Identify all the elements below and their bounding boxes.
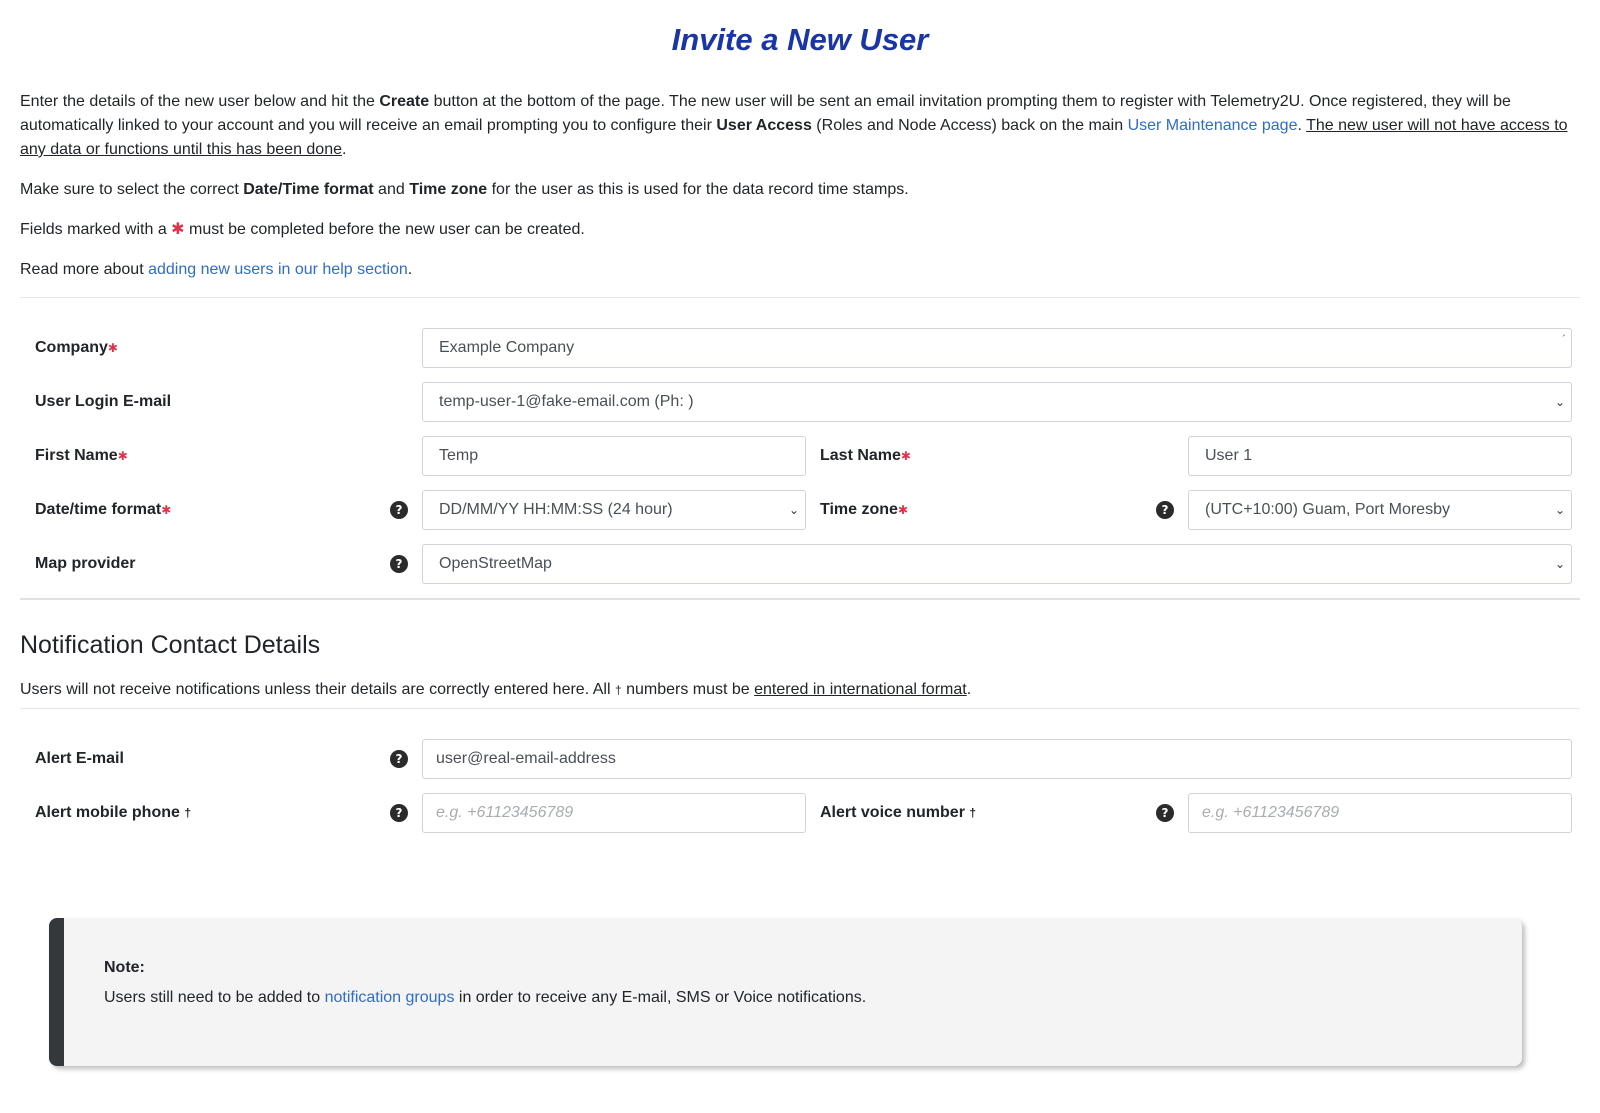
page-title: Invite a New User <box>671 22 929 57</box>
chevron-down-icon: ⌄ <box>1554 557 1565 571</box>
company-row: Company✱ Example Company ´ <box>20 328 1580 382</box>
datetime-emphasis: Date/Time format <box>243 181 374 198</box>
note-text: in order to receive any E-mail, SMS or V… <box>454 989 867 1006</box>
notification-groups-link[interactable]: notification groups <box>325 989 455 1006</box>
notification-form: Alert E-mail ? user@real-email-address A… <box>20 709 1580 847</box>
login-email-label: User Login E-mail <box>35 393 172 410</box>
datetime-help-icon[interactable]: ? <box>390 501 408 519</box>
last-name-value: User 1 <box>1205 447 1253 464</box>
resize-tick-icon: ´ <box>1562 334 1566 346</box>
notification-text: . <box>966 681 972 698</box>
timezone-select[interactable]: (UTC+10:00) Guam, Port Moresby ⌄ <box>1188 490 1572 530</box>
intro-text: must be completed before the new user ca… <box>184 221 585 238</box>
notification-section-title: Notification Contact Details <box>20 631 321 659</box>
login-email-row: User Login E-mail temp-user-1@fake-email… <box>20 382 1580 436</box>
intro-text: Make sure to select the correct <box>20 181 244 198</box>
login-email-value: temp-user-1@fake-email.com (Ph: ) <box>439 393 694 410</box>
required-star-icon: ✱ <box>107 341 118 355</box>
chevron-down-icon: ⌄ <box>1554 503 1565 517</box>
help-section-link[interactable]: adding new users in our help section <box>148 261 408 278</box>
create-emphasis: Create <box>379 93 430 110</box>
alert-voice-placeholder: e.g. +61123456789 <box>1202 804 1340 821</box>
last-name-input[interactable]: User 1 <box>1188 436 1572 476</box>
company-select[interactable]: Example Company ´ <box>422 328 1572 368</box>
intro-text: Read more about <box>20 261 149 278</box>
user-access-emphasis: User Access <box>716 117 812 134</box>
alert-mobile-placeholder: e.g. +61123456789 <box>436 804 574 821</box>
user-maintenance-link[interactable]: User Maintenance page <box>1128 117 1298 134</box>
map-provider-row: Map provider ? OpenStreetMap ⌄ <box>20 544 1580 598</box>
intro-text: Enter the details of the new user below … <box>20 93 380 110</box>
alert-voice-label: Alert voice number † <box>820 804 977 821</box>
dagger-icon: † <box>969 806 977 820</box>
company-value: Example Company <box>439 339 575 356</box>
dagger-icon: † <box>614 683 622 697</box>
alert-email-value: user@real-email-address <box>436 750 616 767</box>
international-format-link[interactable]: entered in international format <box>754 681 967 698</box>
required-star-icon: ✱ <box>900 449 911 463</box>
chevron-down-icon: ⌄ <box>1554 395 1565 409</box>
timezone-emphasis: Time zone <box>409 181 488 198</box>
company-label: Company✱ <box>35 339 118 356</box>
map-provider-value: OpenStreetMap <box>439 555 552 572</box>
required-star-icon: ✱ <box>897 503 909 517</box>
intro-text: . <box>407 261 413 278</box>
intro-paragraph-3: Fields marked with a ✱ must be completed… <box>20 218 1580 242</box>
datetime-format-label: Date/time format✱ <box>35 501 172 518</box>
chevron-down-icon: ⌄ <box>788 503 799 517</box>
first-name-value: Temp <box>439 447 479 464</box>
map-provider-help-icon[interactable]: ? <box>390 555 408 573</box>
intro-text: for the user as this is used for the dat… <box>487 181 909 198</box>
alert-email-input[interactable]: user@real-email-address <box>422 739 1572 779</box>
notification-text: numbers must be <box>621 681 755 698</box>
alert-voice-help-icon[interactable]: ? <box>1156 804 1174 822</box>
notification-description: Users will not receive notifications unl… <box>20 678 1580 708</box>
datetime-format-select[interactable]: DD/MM/YY HH:MM:SS (24 hour) ⌄ <box>422 490 806 530</box>
intro-paragraph-1: Enter the details of the new user below … <box>20 90 1580 162</box>
intro-paragraph-2: Make sure to select the correct Date/Tim… <box>20 178 1580 202</box>
note-text: Users still need to be added to <box>104 989 325 1006</box>
first-name-input[interactable]: Temp <box>422 436 806 476</box>
last-name-label: Last Name✱ <box>820 447 911 464</box>
invite-user-page: Invite a New User Enter the details of t… <box>0 0 1600 847</box>
alert-mobile-help-icon[interactable]: ? <box>390 804 408 822</box>
first-name-label: First Name✱ <box>35 447 128 464</box>
name-row: First Name✱ Temp Last Name✱ User 1 <box>20 436 1580 490</box>
map-provider-label: Map provider <box>35 555 136 572</box>
timezone-help-icon[interactable]: ? <box>1156 501 1174 519</box>
user-form: Company✱ Example Company ´ User Login E-m… <box>20 298 1580 598</box>
required-star-icon: ✱ <box>117 449 128 463</box>
datetime-row: Date/time format✱ ? DD/MM/YY HH:MM:SS (2… <box>20 490 1580 544</box>
alert-mobile-label: Alert mobile phone † <box>35 804 192 821</box>
timezone-value: (UTC+10:00) Guam, Port Moresby <box>1205 501 1450 518</box>
alert-mobile-input[interactable]: e.g. +61123456789 <box>422 793 806 833</box>
intro-section: Enter the details of the new user below … <box>20 90 1580 282</box>
timezone-label: Time zone✱ <box>820 501 909 518</box>
datetime-format-value: DD/MM/YY HH:MM:SS (24 hour) <box>439 501 673 518</box>
required-star-icon: ✱ <box>161 503 172 517</box>
intro-text: (Roles and Node Access) back on the main <box>811 117 1128 134</box>
dagger-icon: † <box>184 806 192 820</box>
intro-text: . <box>1297 117 1307 134</box>
alert-email-help-icon[interactable]: ? <box>390 750 408 768</box>
alert-email-label: Alert E-mail <box>35 750 124 767</box>
intro-text: and <box>373 181 410 198</box>
note-body: Users still need to be added to notifica… <box>104 986 1522 1010</box>
intro-text: . <box>342 141 347 158</box>
notification-text: Users will not receive notifications unl… <box>20 681 615 698</box>
login-email-select[interactable]: temp-user-1@fake-email.com (Ph: ) ⌄ <box>422 382 1572 422</box>
alert-phone-row: Alert mobile phone † ? e.g. +61123456789… <box>20 793 1580 847</box>
alert-voice-input[interactable]: e.g. +61123456789 <box>1188 793 1572 833</box>
intro-paragraph-4: Read more about adding new users in our … <box>20 258 1580 282</box>
map-provider-select[interactable]: OpenStreetMap ⌄ <box>422 544 1572 584</box>
alert-email-row: Alert E-mail ? user@real-email-address <box>20 739 1580 793</box>
intro-text: Fields marked with a <box>20 221 172 238</box>
note-title: Note: <box>104 959 145 976</box>
note-callout: Note: Users still need to be added to no… <box>49 918 1522 1066</box>
required-star-icon: ✱ <box>171 221 185 238</box>
